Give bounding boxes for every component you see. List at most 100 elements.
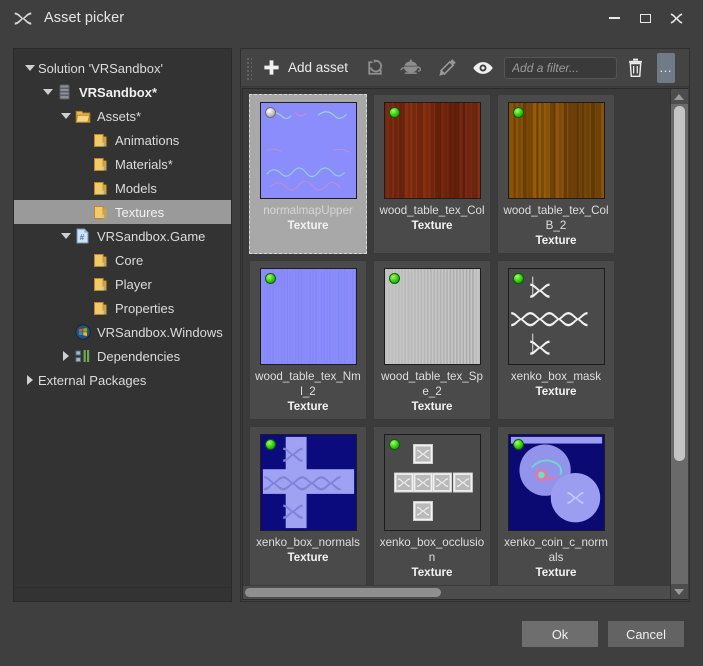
- close-button[interactable]: [661, 0, 692, 36]
- asset-card[interactable]: xenko_box_occlusionTexture: [373, 426, 491, 586]
- solution-tree[interactable]: Solution 'VRSandbox'VRSandbox* Assets* Ani…: [14, 49, 231, 587]
- tree-item-textures[interactable]: Textures: [14, 200, 231, 224]
- tree-item-dependencies[interactable]: Dependencies: [14, 344, 231, 368]
- toolbar-grip[interactable]: [245, 56, 252, 80]
- asset-vertical-scrollbar[interactable]: [670, 89, 687, 599]
- folder-icon-wrap: [92, 204, 109, 220]
- tree-item-label: Animations: [115, 133, 179, 148]
- tree-item-vrsandbox-game[interactable]: #VRSandbox.Game: [14, 224, 231, 248]
- asset-card[interactable]: wood_table_tex_ColB_2Texture: [497, 94, 615, 254]
- tree-item-label: Materials*: [115, 157, 173, 172]
- tree-item-solution-vrsandbox[interactable]: Solution 'VRSandbox': [14, 56, 231, 80]
- tree-item-properties[interactable]: Properties: [14, 296, 231, 320]
- asset-thumbnail: [384, 268, 481, 365]
- dialog-footer: Ok Cancel: [0, 602, 703, 666]
- visibility-button[interactable]: [465, 53, 501, 83]
- asset-card[interactable]: wood_table_tex_Nml_2Texture: [249, 260, 367, 420]
- asset-name: normalmapUpper: [254, 203, 362, 218]
- tree-item-vrsandbox[interactable]: VRSandbox*: [14, 80, 231, 104]
- asset-thumbnail-box-occlusion: [385, 435, 480, 530]
- asset-picker-window: Asset picker Solution 'VRSandbox'VRSandb…: [0, 0, 703, 666]
- tree-item-assets[interactable]: Assets*: [14, 104, 231, 128]
- asset-type: Texture: [287, 551, 328, 564]
- tree-item-materials[interactable]: Materials*: [14, 152, 231, 176]
- asset-card[interactable]: xenko_box_normalsTexture: [249, 426, 367, 586]
- folder-icon-wrap: [92, 156, 109, 172]
- asset-card[interactable]: wood_table_tex_ColTexture: [373, 94, 491, 254]
- add-asset-label: Add asset: [288, 60, 348, 75]
- edit-button[interactable]: [429, 53, 465, 83]
- asset-name: xenko_box_occlusion: [378, 535, 486, 565]
- asset-name: wood_table_tex_Nml_2: [254, 369, 362, 399]
- asset-thumbnail: [384, 434, 481, 531]
- add-asset-button[interactable]: Add asset: [255, 53, 357, 83]
- tree-item-label: Core: [115, 253, 143, 268]
- maximize-button[interactable]: [630, 0, 661, 36]
- chevron-down-icon[interactable]: [40, 89, 56, 95]
- asset-card[interactable]: wood_table_tex_Spe_2Texture: [373, 260, 491, 420]
- asset-thumbnail-box-normals: [261, 435, 356, 530]
- asset-card[interactable]: xenko_coin_c_normalsTexture: [497, 426, 615, 586]
- reimport-button[interactable]: [357, 53, 393, 83]
- eye-icon: [471, 56, 495, 80]
- scroll-thumb[interactable]: [674, 106, 685, 461]
- tree-horizontal-scrollbar[interactable]: [14, 587, 231, 601]
- asset-type: Texture: [411, 400, 452, 413]
- tree-item-animations[interactable]: Animations: [14, 128, 231, 152]
- asset-name: xenko_box_mask: [502, 369, 610, 384]
- chevron-right-icon[interactable]: [58, 351, 74, 361]
- asset-grid-wrap: normalmapUpperTexturewood_table_tex_ColT…: [243, 89, 670, 599]
- delete-button[interactable]: [617, 53, 653, 83]
- status-badge: [513, 439, 524, 450]
- asset-area: normalmapUpperTexturewood_table_tex_ColT…: [242, 88, 688, 600]
- asset-grid[interactable]: normalmapUpperTexturewood_table_tex_ColT…: [243, 89, 670, 586]
- asset-toolbar: Add asset: [241, 49, 689, 87]
- chevron-up-icon: [674, 94, 684, 100]
- scroll-down-button[interactable]: [671, 584, 688, 599]
- chevron-down-icon[interactable]: [58, 113, 74, 119]
- scroll-up-button[interactable]: [671, 89, 688, 104]
- asset-horizontal-scrollbar[interactable]: [243, 586, 670, 599]
- minimize-button[interactable]: [599, 0, 630, 36]
- folder-icon: [93, 157, 109, 172]
- tree-item-models[interactable]: Models: [14, 176, 231, 200]
- status-badge: [265, 273, 276, 284]
- tree-item-label: Textures: [115, 205, 164, 220]
- asset-name: xenko_coin_c_normals: [502, 535, 610, 565]
- tree-item-core[interactable]: Core: [14, 248, 231, 272]
- csharp-file-icon: #: [75, 228, 90, 244]
- asset-card[interactable]: xenko_box_maskTexture: [497, 260, 615, 420]
- asset-name: wood_table_tex_ColB_2: [502, 203, 610, 233]
- asset-type: Texture: [287, 400, 328, 413]
- asset-thumbnail: [508, 102, 605, 199]
- filter-input[interactable]: [504, 57, 617, 79]
- asset-thumbnail-wood-orange: [509, 103, 604, 198]
- chevron-down-icon[interactable]: [22, 65, 38, 71]
- title-bar: Asset picker: [0, 0, 703, 36]
- chevron-down-icon: [674, 589, 684, 595]
- scroll-groove[interactable]: [671, 104, 688, 584]
- tree-item-label: Properties: [115, 301, 174, 316]
- teapot-button[interactable]: [393, 53, 429, 83]
- asset-thumbnail-normal-blue: [261, 269, 356, 364]
- tree-item-player[interactable]: Player: [14, 272, 231, 296]
- chevron-right-icon[interactable]: [22, 375, 38, 385]
- folder-icon: [93, 205, 109, 220]
- chevron-down-icon[interactable]: [58, 233, 74, 239]
- asset-type: Texture: [411, 219, 452, 232]
- asset-card[interactable]: normalmapUpperTexture: [249, 94, 367, 254]
- folder-icon: [93, 301, 109, 316]
- asset-thumbnail: [508, 268, 605, 365]
- more-options-button[interactable]: …: [657, 53, 675, 83]
- tree-item-label: Assets*: [97, 109, 141, 124]
- cancel-button[interactable]: Cancel: [608, 621, 684, 647]
- asset-hscroll-thumb[interactable]: [245, 588, 441, 597]
- reimport-icon: [363, 56, 387, 80]
- ok-button[interactable]: Ok: [522, 621, 598, 647]
- project-icon: [58, 84, 71, 100]
- folder-icon: [93, 253, 109, 268]
- asset-browser-panel: Add asset: [240, 48, 690, 602]
- tree-item-external-packages[interactable]: External Packages: [14, 368, 231, 392]
- tree-item-vrsandbox-windows[interactable]: VRSandbox.Windows: [14, 320, 231, 344]
- asset-thumbnail-box-mask: [509, 269, 604, 364]
